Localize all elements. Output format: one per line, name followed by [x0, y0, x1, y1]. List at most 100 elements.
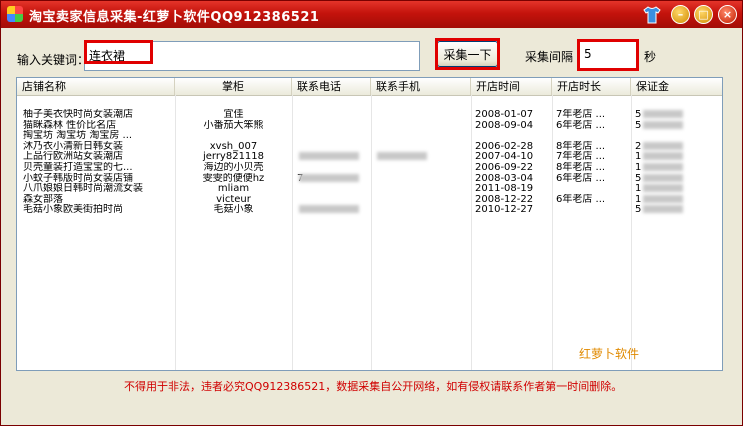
- results-table[interactable]: 店铺名称 掌柜 联系电话 联系手机 开店时间 开店时长 保证金 柚子美衣快时尚女…: [16, 77, 723, 371]
- cell-duration: [556, 183, 629, 194]
- cell-mobile: [375, 109, 469, 120]
- column-header-duration[interactable]: 开店时长: [552, 78, 631, 95]
- cell-shop: 小蚊子韩版时尚女装店铺: [23, 172, 133, 184]
- cell-owner: 小番茄大笨熊: [203, 119, 264, 131]
- cell-owner: 毛菇小象: [213, 204, 254, 216]
- column-header-phone[interactable]: 联系电话: [292, 78, 371, 95]
- cell-duration: 7年老店 ...: [556, 151, 606, 163]
- cell-shop: 上品行欧洲站女装潮店: [23, 151, 123, 163]
- cell-mobile: [375, 173, 469, 184]
- cell-mobile: [375, 162, 469, 173]
- table-row[interactable]: 上品行欧洲站女装潮店 jerry821118 2007-04-10 7年老店 ... 1: [17, 151, 722, 162]
- table-row[interactable]: 掏宝坊 淘宝坊 淘宝房 ...: [17, 130, 722, 141]
- table-row[interactable]: 猫眯森林 性价比名店 小番茄大笨熊 2008-09-04 6年老店 ... 5: [17, 120, 722, 131]
- table-row[interactable]: 小蚊子韩版时尚女装店铺雯雯的便便hz72008-03-046年老店 ...5: [17, 173, 722, 184]
- app-logo-icon: [7, 6, 23, 22]
- cell-date: 2008-12-22: [475, 193, 534, 205]
- cell-date: 2008-03-04: [475, 172, 534, 184]
- cell-shop: 毛菇小象欧美街拍时尚: [23, 204, 123, 216]
- cell-duration: 6年老店 ...: [556, 119, 606, 131]
- redacted-block: [643, 141, 683, 150]
- skin-shirt-icon[interactable]: [642, 5, 662, 25]
- table-row[interactable]: 贝壳童装打造宝宝的七... 海边的小贝壳 2006-09-22 8年老店 ... 1: [17, 162, 722, 173]
- cell-phone: [297, 109, 369, 120]
- redacted-block: [643, 163, 683, 171]
- redacted-block: [643, 152, 683, 161]
- redacted-block: [643, 120, 683, 129]
- maximize-button[interactable]: □: [694, 5, 713, 24]
- interval-label: 采集间隔: [525, 50, 574, 64]
- cell-shop: 猫眯森林 性价比名店: [23, 119, 117, 131]
- cell-deposit: [635, 130, 721, 141]
- table-row[interactable]: 八爪娘娘日韩时尚潮流女装 mliam 2011-08-19 1: [17, 183, 722, 194]
- interval-unit-label: 秒: [644, 50, 657, 64]
- cell-mobile: [375, 183, 469, 194]
- cell-shop: 贝壳童装打造宝宝的七...: [23, 162, 133, 173]
- cell-phone: [297, 141, 369, 152]
- redacted-block: [299, 173, 359, 182]
- cell-date: 2011-08-19: [475, 183, 534, 195]
- keyword-label: 输入关键词：: [17, 53, 90, 67]
- cell-shop: 八爪娘娘日韩时尚潮流女装: [23, 183, 143, 195]
- column-header-shop[interactable]: 店铺名称: [17, 78, 175, 95]
- cell-phone: [297, 130, 369, 141]
- cell-shop: 沐乃衣小清新日韩女装: [23, 140, 123, 152]
- cell-duration: [556, 204, 629, 215]
- cell-mobile: [375, 130, 469, 141]
- cell-owner: 雯雯的便便hz: [202, 172, 265, 184]
- cell-duration: 8年老店 ...: [556, 140, 606, 152]
- cell-phone: [297, 120, 369, 131]
- cell-owner: xvsh_007: [209, 140, 258, 152]
- app-window: 淘宝卖家信息采集-红萝卜软件QQ912386521 – □ × 输入关键词： 连…: [0, 0, 743, 426]
- cell-owner: mliam: [217, 183, 250, 195]
- footer-notice: 不得用于非法，违者必究QQ912386521，数据采集自公开网络，如有侵权请联系…: [124, 380, 623, 393]
- redacted-block: [299, 152, 359, 161]
- column-header-open-date[interactable]: 开店时间: [471, 78, 552, 95]
- redacted-block: [643, 205, 683, 214]
- collect-button[interactable]: 采集一下: [437, 41, 498, 67]
- column-header-deposit[interactable]: 保证金: [631, 78, 722, 95]
- table-header: 店铺名称 掌柜 联系电话 联系手机 开店时间 开店时长 保证金: [17, 78, 722, 96]
- cell-date: 2010-12-27: [475, 204, 534, 216]
- cell-mobile: [375, 120, 469, 131]
- cell-date: 2006-02-28: [475, 140, 534, 152]
- cell-duration: 6年老店 ...: [556, 172, 606, 184]
- cell-shop: 掏宝坊 淘宝坊 淘宝房 ...: [23, 130, 133, 142]
- cell-phone: [297, 194, 369, 205]
- redacted-block: [643, 173, 683, 182]
- cell-duration: 6年老店 ...: [556, 193, 606, 205]
- close-button[interactable]: ×: [718, 5, 737, 24]
- cell-duration: [556, 130, 629, 141]
- cell-date: [475, 130, 550, 141]
- redacted-block: [643, 184, 683, 193]
- cell-date: 2008-09-04: [475, 119, 534, 131]
- redacted-block: [643, 194, 683, 203]
- table-row[interactable]: 柚子美衣快时尚女装潮店 宜佳 2008-01-07 7年老店 ... 5: [17, 109, 722, 120]
- table-row[interactable]: 沐乃衣小清新日韩女装 xvsh_007 2006-02-28 8年老店 ... 2: [17, 141, 722, 152]
- table-row[interactable]: 森女部落 victeur 2008-12-22 6年老店 ... 1: [17, 194, 722, 205]
- column-header-owner[interactable]: 掌柜: [175, 78, 292, 95]
- cell-date: 2006-09-22: [475, 162, 534, 173]
- cell-owner: victeur: [216, 193, 251, 205]
- cell-mobile: [375, 141, 469, 152]
- cell-phone: [297, 183, 369, 194]
- column-header-mobile[interactable]: 联系手机: [371, 78, 471, 95]
- cell-date: 2007-04-10: [475, 151, 534, 163]
- cell-duration: 7年老店 ...: [556, 109, 606, 120]
- cell-shop: 柚子美衣快时尚女装潮店: [23, 109, 133, 120]
- redacted-block: [377, 152, 427, 161]
- table-row[interactable]: 毛菇小象欧美街拍时尚 毛菇小象 2010-12-27 5: [17, 204, 722, 215]
- redacted-block: [299, 205, 359, 214]
- cell-phone: [297, 162, 369, 173]
- interval-input[interactable]: 5: [579, 41, 637, 69]
- cell-date: 2008-01-07: [475, 109, 534, 120]
- title-bar[interactable]: 淘宝卖家信息采集-红萝卜软件QQ912386521 – □ ×: [1, 1, 742, 28]
- minimize-button[interactable]: –: [671, 5, 690, 24]
- cell-owner: jerry821118: [202, 151, 265, 163]
- watermark-text: 红萝卜软件: [579, 347, 640, 361]
- redacted-block: [643, 110, 683, 118]
- keyword-input[interactable]: 连衣裙: [84, 41, 420, 71]
- cell-mobile: [375, 204, 469, 215]
- cell-duration: 8年老店 ...: [556, 162, 606, 173]
- cell-shop: 森女部落: [23, 193, 63, 205]
